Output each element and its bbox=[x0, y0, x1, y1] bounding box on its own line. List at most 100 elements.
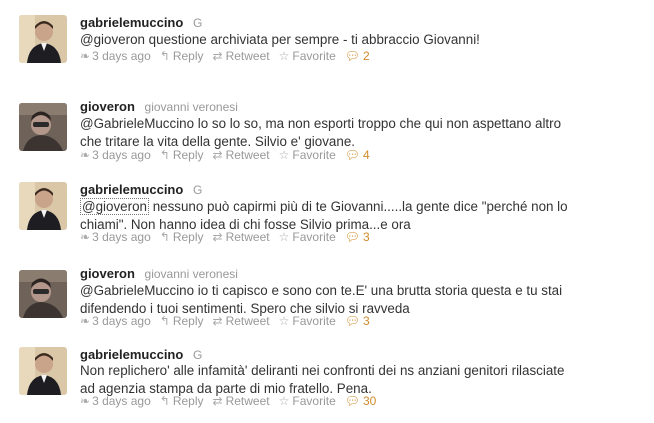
reply-arrow-icon: ↰ bbox=[159, 49, 170, 63]
reply-button[interactable]: ↰ Reply bbox=[160, 314, 204, 328]
timestamp-link[interactable]: ❧ 3 days ago bbox=[80, 49, 151, 63]
tweet-text-line: @gioveron questione archiviata per sempr… bbox=[80, 32, 480, 47]
favorite-button[interactable]: ☆ Favorite bbox=[279, 230, 336, 244]
timestamp-link[interactable]: ❧ 3 days ago bbox=[80, 148, 151, 162]
reply-label: Reply bbox=[172, 314, 204, 328]
retweet-icon: ⇄ bbox=[212, 148, 223, 162]
reply-count[interactable]: 💬︎ 2 bbox=[345, 49, 370, 63]
fullname: G bbox=[192, 16, 203, 30]
tweet-actions: ❧ 3 days ago ↰ Reply ⇄ Retweet ☆ Favorite 💬︎… bbox=[80, 314, 379, 328]
reply-count-value: 4 bbox=[362, 148, 370, 162]
reply-arrow-icon: ↰ bbox=[159, 148, 170, 162]
retweet-button[interactable]: ⇄ Retweet bbox=[213, 314, 270, 328]
tweet-text-line: @GabrieleMuccino io ti capisco e sono co… bbox=[80, 283, 563, 298]
timestamp-label: 3 days ago bbox=[92, 394, 151, 408]
tweet-header: gabrielemuccino G bbox=[80, 182, 202, 198]
username-link[interactable]: gioveron bbox=[80, 99, 135, 114]
retweet-button[interactable]: ⇄ Retweet bbox=[213, 394, 270, 408]
avatar-image-icon bbox=[19, 103, 67, 151]
retweet-icon: ⇄ bbox=[212, 314, 223, 328]
star-icon: ☆ bbox=[278, 49, 290, 63]
favorite-button[interactable]: ☆ Favorite bbox=[279, 49, 336, 63]
favorite-button[interactable]: ☆ Favorite bbox=[279, 394, 336, 408]
tweet-text: @gioveron nessuno può capirmi più di te … bbox=[80, 198, 640, 234]
fullname: G bbox=[192, 183, 203, 197]
retweet-label: Retweet bbox=[225, 394, 270, 408]
username-link[interactable]: gabrielemuccino bbox=[80, 182, 183, 197]
tweet-text-line: @GabrieleMuccino lo so lo so, ma non esp… bbox=[80, 116, 562, 131]
reply-count[interactable]: 💬︎ 30 bbox=[345, 394, 377, 408]
tweet-text: @gioveron questione archiviata per sempr… bbox=[80, 31, 640, 49]
reply-button[interactable]: ↰ Reply bbox=[160, 230, 204, 244]
reply-count-value: 3 bbox=[362, 314, 370, 328]
twitter-bird-icon: ❧ bbox=[80, 314, 91, 328]
twitter-bird-icon: ❧ bbox=[80, 148, 91, 162]
retweet-icon: ⇄ bbox=[212, 230, 223, 244]
speech-bubble-icon: 💬︎ bbox=[344, 314, 360, 328]
twitter-bird-icon: ❧ bbox=[80, 49, 91, 63]
speech-bubble-icon: 💬︎ bbox=[344, 148, 360, 162]
reply-button[interactable]: ↰ Reply bbox=[160, 148, 204, 162]
avatar[interactable] bbox=[19, 347, 67, 395]
favorite-label: Favorite bbox=[292, 49, 336, 63]
retweet-button[interactable]: ⇄ Retweet bbox=[213, 148, 270, 162]
mention-link[interactable]: @gioveron bbox=[80, 198, 149, 215]
timestamp-label: 3 days ago bbox=[92, 230, 151, 244]
reply-arrow-icon: ↰ bbox=[159, 314, 170, 328]
avatar[interactable] bbox=[19, 270, 67, 318]
avatar[interactable] bbox=[19, 15, 67, 63]
username-link[interactable]: gioveron bbox=[80, 266, 135, 281]
retweet-label: Retweet bbox=[225, 230, 270, 244]
favorite-label: Favorite bbox=[292, 148, 336, 162]
tweet-text: Non replichero' alle infamità' deliranti… bbox=[80, 362, 640, 398]
favorite-button[interactable]: ☆ Favorite bbox=[279, 314, 336, 328]
timestamp-link[interactable]: ❧ 3 days ago bbox=[80, 314, 151, 328]
timestamp-link[interactable]: ❧ 3 days ago bbox=[80, 230, 151, 244]
retweet-button[interactable]: ⇄ Retweet bbox=[213, 49, 270, 63]
tweet-header: gioveron giovanni veronesi bbox=[80, 99, 238, 115]
reply-label: Reply bbox=[172, 394, 204, 408]
retweet-icon: ⇄ bbox=[212, 394, 223, 408]
tweet-text: @GabrieleMuccino io ti capisco e sono co… bbox=[80, 282, 640, 318]
star-icon: ☆ bbox=[278, 314, 290, 328]
reply-count-value: 2 bbox=[362, 49, 370, 63]
reply-count[interactable]: 💬︎ 3 bbox=[345, 230, 370, 244]
retweet-icon: ⇄ bbox=[212, 49, 223, 63]
tweet-actions: ❧ 3 days ago ↰ Reply ⇄ Retweet ☆ Favorite 💬︎… bbox=[80, 49, 379, 63]
username-link[interactable]: gabrielemuccino bbox=[80, 347, 183, 362]
tweet-text-line: Non replichero' alle infamità' deliranti… bbox=[80, 363, 565, 378]
retweet-label: Retweet bbox=[225, 314, 270, 328]
timestamp-link[interactable]: ❧ 3 days ago bbox=[80, 394, 151, 408]
username-link[interactable]: gabrielemuccino bbox=[80, 15, 183, 30]
avatar-image-icon bbox=[19, 347, 67, 395]
reply-count[interactable]: 💬︎ 3 bbox=[345, 314, 370, 328]
reply-label: Reply bbox=[172, 49, 204, 63]
avatar-image-icon bbox=[19, 182, 67, 230]
twitter-bird-icon: ❧ bbox=[80, 394, 91, 408]
avatar[interactable] bbox=[19, 103, 67, 151]
reply-button[interactable]: ↰ Reply bbox=[160, 49, 204, 63]
tweet-header: gabrielemuccino G bbox=[80, 347, 202, 363]
tweet-actions: ❧ 3 days ago ↰ Reply ⇄ Retweet ☆ Favorite 💬︎… bbox=[80, 148, 379, 162]
reply-count[interactable]: 💬︎ 4 bbox=[345, 148, 370, 162]
favorite-button[interactable]: ☆ Favorite bbox=[279, 148, 336, 162]
avatar-image-icon bbox=[19, 270, 67, 318]
favorite-label: Favorite bbox=[292, 314, 336, 328]
timestamp-label: 3 days ago bbox=[92, 49, 151, 63]
fullname: giovanni veronesi bbox=[144, 267, 238, 281]
avatar-image-icon bbox=[19, 15, 67, 63]
fullname: giovanni veronesi bbox=[144, 100, 238, 114]
star-icon: ☆ bbox=[278, 394, 290, 408]
timestamp-label: 3 days ago bbox=[92, 314, 151, 328]
reply-arrow-icon: ↰ bbox=[159, 230, 170, 244]
star-icon: ☆ bbox=[278, 230, 290, 244]
retweet-label: Retweet bbox=[225, 49, 270, 63]
reply-arrow-icon: ↰ bbox=[159, 394, 170, 408]
reply-button[interactable]: ↰ Reply bbox=[160, 394, 204, 408]
avatar[interactable] bbox=[19, 182, 67, 230]
speech-bubble-icon: 💬︎ bbox=[344, 394, 360, 408]
star-icon: ☆ bbox=[278, 148, 290, 162]
twitter-bird-icon: ❧ bbox=[80, 230, 91, 244]
retweet-button[interactable]: ⇄ Retweet bbox=[213, 230, 270, 244]
favorite-label: Favorite bbox=[292, 230, 336, 244]
